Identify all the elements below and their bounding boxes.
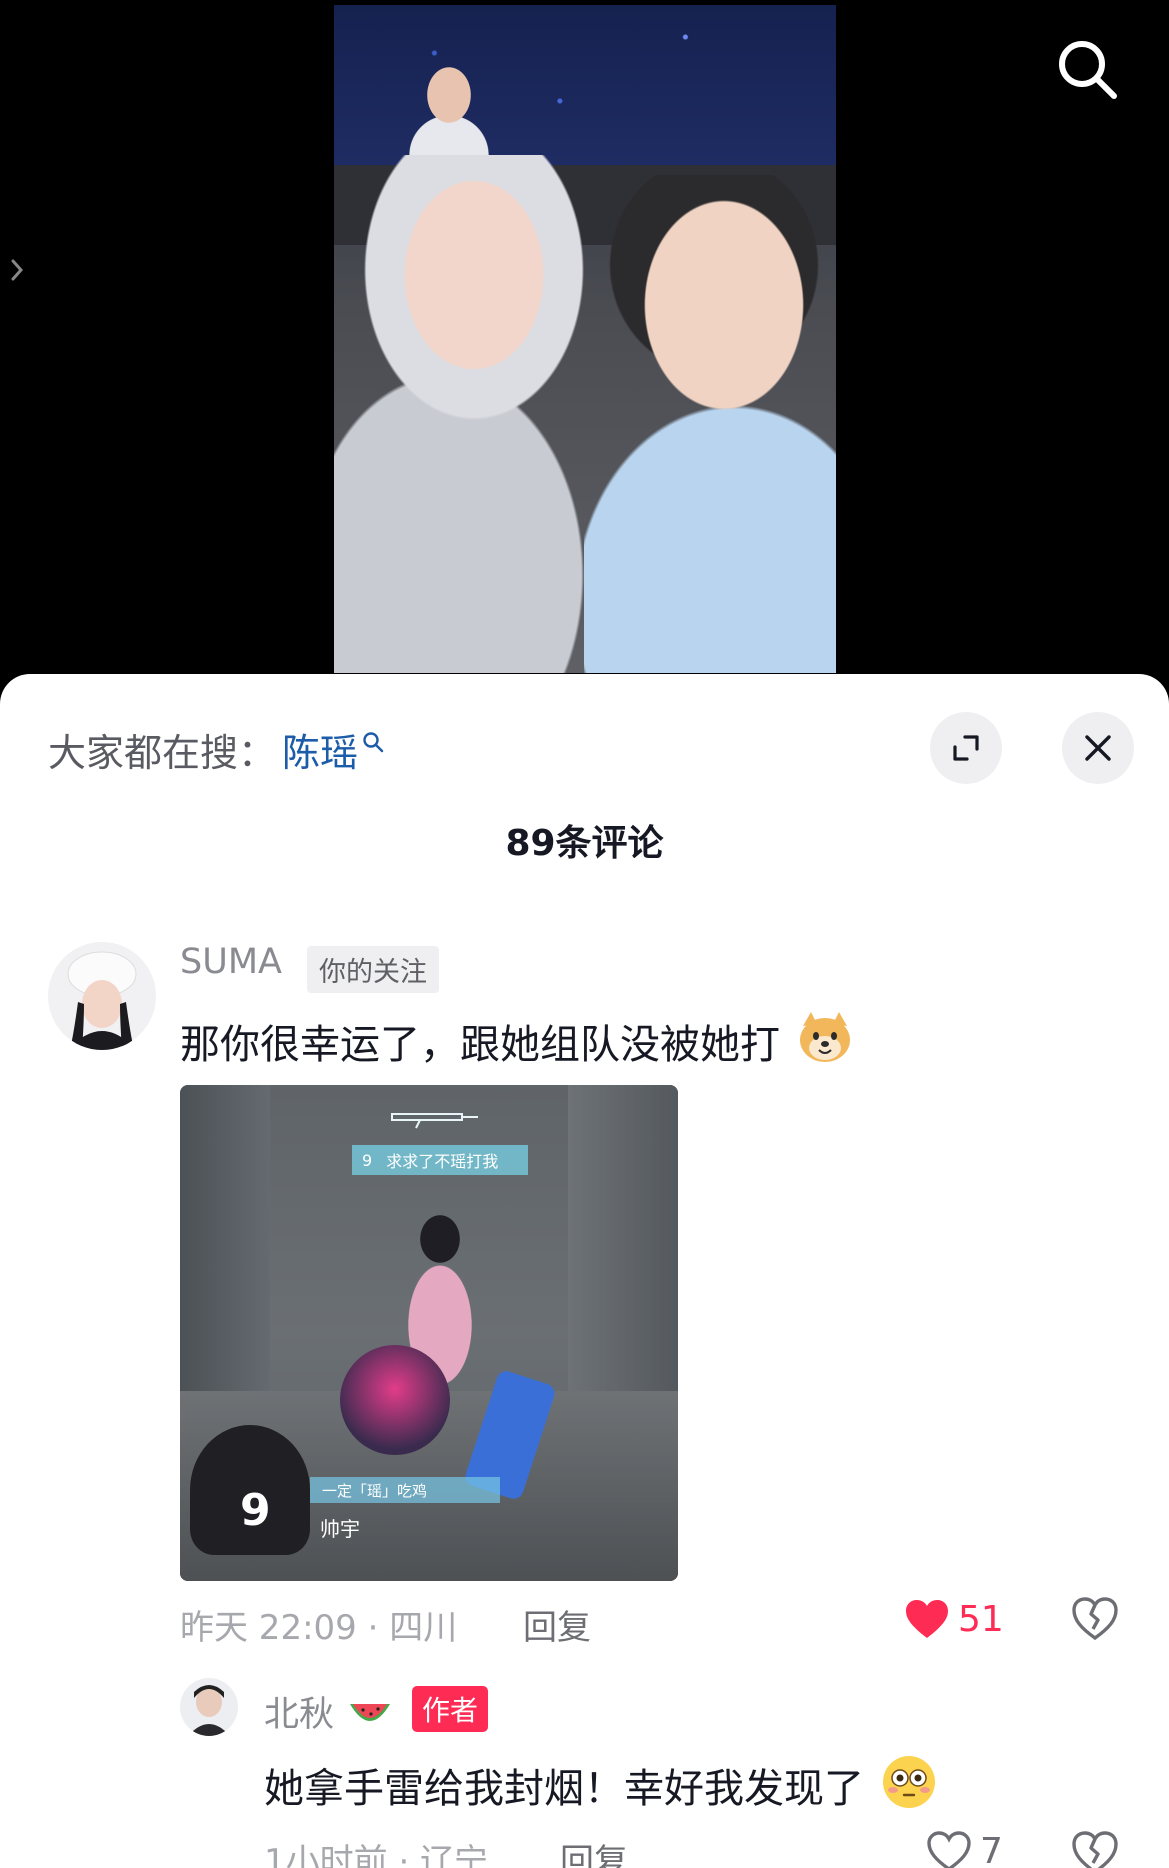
search-icon[interactable]	[1052, 34, 1122, 104]
comment-meta: 1小时前 · 辽宁	[264, 1842, 489, 1868]
comment-username[interactable]: SUMA	[180, 942, 282, 982]
comment-meta: 昨天 22:09 · 四川	[180, 1608, 458, 1648]
comment-username-text: 北秋	[264, 1695, 335, 1735]
person-right	[584, 175, 836, 673]
image-player-name: 帅宇	[320, 1517, 360, 1541]
search-suggestion-prefix: 大家都在搜：	[48, 730, 277, 775]
like-button[interactable]: 7	[926, 1830, 1003, 1868]
video-player[interactable]	[0, 0, 1169, 700]
broken-heart-icon	[1072, 1597, 1118, 1641]
host-figure	[409, 65, 489, 165]
reply-button[interactable]: 回复	[523, 1600, 591, 1649]
image-tag: 9 求求了不瑶打我	[352, 1145, 528, 1175]
search-icon[interactable]	[362, 718, 384, 762]
comment-text-content: 她拿手雷给我封烟！幸好我发现了	[264, 1766, 864, 1812]
image-player-number: 9	[240, 1485, 271, 1536]
avatar[interactable]	[180, 1678, 238, 1736]
search-suggestion: 大家都在搜： 陈瑶	[48, 722, 384, 776]
author-badge: 作者	[412, 1686, 489, 1732]
comment-image[interactable]: 9 求求了不瑶打我 9 一定「瑶」吃鸡 帅宇	[180, 1085, 678, 1581]
flushed-emoji	[881, 1754, 937, 1820]
comment-text: 那你很幸运了，跟她组队没被她打	[180, 1010, 853, 1076]
image-tag-text: 求求了不瑶打我	[386, 1152, 499, 1171]
watermelon-emoji	[347, 1698, 393, 1741]
close-icon	[1085, 735, 1111, 761]
avatar[interactable]	[48, 942, 156, 1050]
comment-username[interactable]: 北秋	[264, 1686, 393, 1741]
dislike-button[interactable]	[1071, 1596, 1119, 1646]
image-tag-number: 9	[362, 1150, 373, 1170]
like-button[interactable]: 51	[904, 1598, 1004, 1640]
comment-text: 她拿手雷给我封烟！幸好我发现了	[264, 1754, 937, 1820]
broken-heart-icon	[1072, 1831, 1118, 1868]
person-left	[334, 155, 594, 673]
like-count: 7	[980, 1830, 1003, 1868]
heart-filled-icon	[906, 1600, 948, 1638]
comment-panel: 大家都在搜： 陈瑶 89条评论 SUMA 你的关注 那你很幸运了，跟她组队没被她…	[0, 674, 1169, 1868]
expand-button[interactable]	[930, 712, 1002, 784]
image-name-bar: 一定「瑶」吃鸡	[310, 1477, 500, 1503]
like-count: 51	[958, 1598, 1004, 1640]
game-character-mask	[340, 1345, 450, 1455]
following-badge: 你的关注	[307, 946, 439, 993]
close-button[interactable]	[1062, 712, 1134, 784]
reply-button[interactable]: 回复	[560, 1834, 628, 1868]
comment-text-content: 那你很幸运了，跟她组队没被她打	[180, 1022, 780, 1068]
comment-count: 89条评论	[505, 823, 664, 864]
rifle-icon	[391, 1113, 478, 1129]
expand-icon	[953, 735, 979, 761]
video-frame	[334, 5, 836, 673]
chevron-right-icon[interactable]	[0, 240, 34, 300]
heart-outline-icon	[927, 1831, 971, 1868]
dislike-button[interactable]	[1071, 1830, 1119, 1868]
search-suggestion-term[interactable]: 陈瑶	[282, 722, 358, 777]
dog-emoji	[797, 1010, 853, 1076]
